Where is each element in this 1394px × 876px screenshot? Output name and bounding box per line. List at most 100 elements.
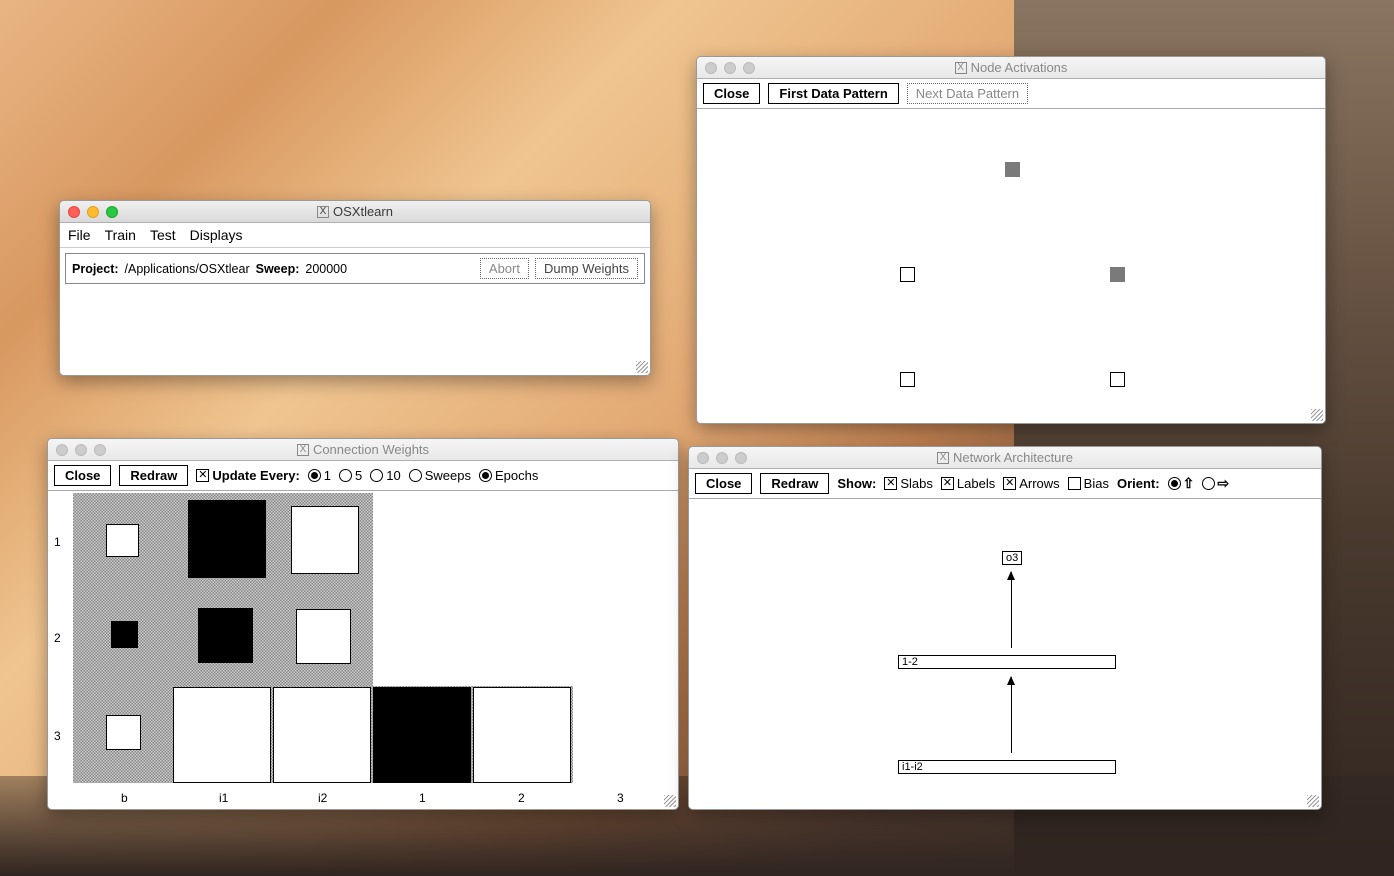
col-label-i1: i1 xyxy=(219,791,228,805)
minimize-traffic-icon[interactable] xyxy=(75,444,87,456)
weight-cell xyxy=(291,506,359,574)
minimize-traffic-icon[interactable] xyxy=(724,62,736,74)
toolbar: Close Redraw Show: Slabs Labels Arrows B… xyxy=(689,469,1321,499)
toolbar: Close Redraw Update Every: 1 5 10 Sweeps… xyxy=(48,461,678,491)
orient-right[interactable]: ⇨ xyxy=(1202,475,1229,492)
output-node xyxy=(1005,162,1020,177)
x11-icon: X xyxy=(955,62,967,74)
minimize-traffic-icon[interactable] xyxy=(87,206,99,218)
network-architecture-window: X Network Architecture Close Redraw Show… xyxy=(688,446,1322,810)
radio-10[interactable]: 10 xyxy=(370,468,400,483)
project-path: /Applications/OSXtlear xyxy=(125,262,250,276)
hidden-slab: 1-2 xyxy=(898,655,1116,669)
orient-label: Orient: xyxy=(1117,476,1160,491)
weight-cell xyxy=(473,687,571,783)
show-label: Show: xyxy=(837,476,876,491)
row-label-1: 1 xyxy=(54,535,61,549)
close-button[interactable]: Close xyxy=(695,473,752,494)
close-traffic-icon[interactable] xyxy=(697,452,709,464)
check-slabs[interactable]: Slabs xyxy=(884,476,933,491)
status-bar: Project: /Applications/OSXtlear Sweep: 2… xyxy=(65,253,645,284)
arrow-icon xyxy=(1011,677,1012,753)
row-label-3: 3 xyxy=(54,729,61,743)
weight-cell xyxy=(188,500,266,578)
update-every-checkbox[interactable]: Update Every: xyxy=(196,468,299,483)
weight-cell xyxy=(173,687,271,783)
resize-handle-icon[interactable] xyxy=(664,795,676,807)
next-pattern-button[interactable]: Next Data Pattern xyxy=(907,83,1028,104)
close-button[interactable]: Close xyxy=(703,83,760,104)
sweep-value: 200000 xyxy=(305,262,347,276)
check-bias[interactable]: Bias xyxy=(1068,476,1109,491)
titlebar[interactable]: X Network Architecture xyxy=(689,447,1321,469)
traffic-lights xyxy=(689,452,747,464)
orient-up[interactable]: ⇧ xyxy=(1168,475,1195,492)
close-traffic-icon[interactable] xyxy=(56,444,68,456)
weights-canvas: 1 2 3 b i1 i2 1 2 3 xyxy=(48,491,678,809)
close-button[interactable]: Close xyxy=(54,465,111,486)
window-title: Node Activations xyxy=(971,60,1068,75)
radio-epochs[interactable]: Epochs xyxy=(479,468,538,483)
col-label-1: 1 xyxy=(419,791,426,805)
menu-displays[interactable]: Displays xyxy=(190,227,243,243)
abort-button[interactable]: Abort xyxy=(480,258,529,279)
radio-5[interactable]: 5 xyxy=(339,468,362,483)
check-labels[interactable]: Labels xyxy=(941,476,995,491)
resize-handle-icon[interactable] xyxy=(1311,409,1323,421)
weight-cell xyxy=(111,621,138,648)
output-slab: o3 xyxy=(1002,551,1022,565)
dump-weights-button[interactable]: Dump Weights xyxy=(535,258,638,279)
input-node-1 xyxy=(900,372,915,387)
architecture-canvas: o3 1-2 i1-i2 xyxy=(689,499,1321,809)
radio-1[interactable]: 1 xyxy=(308,468,331,483)
col-label-2: 2 xyxy=(518,791,525,805)
x11-icon: X xyxy=(297,444,309,456)
radio-sweeps[interactable]: Sweeps xyxy=(409,468,471,483)
menu-train[interactable]: Train xyxy=(105,227,136,243)
close-traffic-icon[interactable] xyxy=(705,62,717,74)
minimize-traffic-icon[interactable] xyxy=(716,452,728,464)
node-activations-window: X Node Activations Close First Data Patt… xyxy=(696,56,1326,424)
input-node-2 xyxy=(1110,372,1125,387)
x11-icon: X xyxy=(317,206,329,218)
x11-icon: X xyxy=(937,452,949,464)
zoom-traffic-icon[interactable] xyxy=(94,444,106,456)
arrow-icon xyxy=(1011,572,1012,648)
window-title: Network Architecture xyxy=(953,450,1073,465)
close-traffic-icon[interactable] xyxy=(68,206,80,218)
toolbar: Close First Data Pattern Next Data Patte… xyxy=(697,79,1325,109)
arrow-up-icon: ⇧ xyxy=(1183,475,1195,492)
arrow-right-icon: ⇨ xyxy=(1217,475,1229,492)
titlebar[interactable]: X Node Activations xyxy=(697,57,1325,79)
window-title: Connection Weights xyxy=(313,442,429,457)
resize-handle-icon[interactable] xyxy=(636,361,648,373)
weight-cell xyxy=(198,608,253,663)
main-window: X OSXtlearn File Train Test Displays Pro… xyxy=(59,200,651,376)
zoom-traffic-icon[interactable] xyxy=(735,452,747,464)
col-label-i2: i2 xyxy=(318,791,327,805)
menu-test[interactable]: Test xyxy=(150,227,176,243)
redraw-button[interactable]: Redraw xyxy=(760,473,829,494)
menubar: File Train Test Displays xyxy=(60,223,650,248)
first-pattern-button[interactable]: First Data Pattern xyxy=(768,83,898,104)
titlebar[interactable]: X Connection Weights xyxy=(48,439,678,461)
window-title: OSXtlearn xyxy=(333,204,393,219)
zoom-traffic-icon[interactable] xyxy=(743,62,755,74)
weight-cell xyxy=(373,687,471,783)
menu-file[interactable]: File xyxy=(68,227,91,243)
check-arrows[interactable]: Arrows xyxy=(1003,476,1059,491)
node-activations-canvas xyxy=(697,109,1325,423)
traffic-lights xyxy=(60,206,118,218)
traffic-lights xyxy=(48,444,106,456)
traffic-lights xyxy=(697,62,755,74)
zoom-traffic-icon[interactable] xyxy=(106,206,118,218)
weight-cell xyxy=(106,715,141,750)
hidden-node-2 xyxy=(1110,267,1125,282)
redraw-button[interactable]: Redraw xyxy=(119,465,188,486)
sweep-label: Sweep: xyxy=(256,262,300,276)
hidden-node-1 xyxy=(900,267,915,282)
project-label: Project: xyxy=(72,262,119,276)
titlebar[interactable]: X OSXtlearn xyxy=(60,201,650,223)
col-label-3: 3 xyxy=(617,791,624,805)
resize-handle-icon[interactable] xyxy=(1307,795,1319,807)
